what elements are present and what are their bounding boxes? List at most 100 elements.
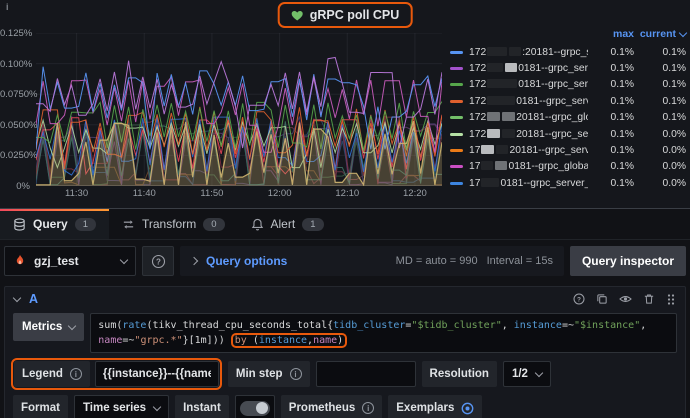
series-color-swatch [450, 133, 463, 136]
legend-row[interactable]: 170181--grpc_global_tim0.1%0.0% [450, 159, 686, 175]
exemplars-field: Exemplars [388, 395, 482, 418]
chevron-down-icon [535, 368, 543, 376]
series-current-value: 0.0% [634, 129, 686, 140]
instant-label: Instant [175, 395, 229, 418]
redacted-block [487, 129, 500, 138]
redacted-block [495, 161, 507, 170]
datasource-help-button[interactable]: ? [142, 246, 174, 276]
duplicate-icon[interactable] [596, 293, 608, 305]
legend-row[interactable]: 17220181--grpc_server_30.1%0.0% [450, 126, 686, 142]
prometheus-type-label: Prometheus i [281, 395, 382, 418]
promql-code-editor[interactable]: sum(rate(tikv_thread_cpu_seconds_total{t… [90, 313, 677, 353]
grafana-panel-editor: i gRPC poll CPU 0%0.0250%0.0500%0.0750%0… [0, 0, 690, 418]
drag-handle-icon[interactable] [666, 293, 676, 306]
series-max-value: 0.1% [588, 47, 634, 58]
redacted-block [509, 47, 521, 56]
series-max-value: 0.1% [588, 145, 634, 156]
query-toolbar: gzj_test ? Query options MD = auto = 990… [0, 240, 690, 282]
help-icon[interactable]: ? [573, 293, 585, 305]
series-max-value: 0.1% [588, 129, 634, 140]
series-label[interactable]: 17220181--grpc_server_3 [469, 129, 588, 140]
svg-text:?: ? [577, 297, 581, 304]
sort-chevron-icon [679, 28, 687, 36]
datasource-name: gzj_test [34, 254, 79, 268]
redacted-block [487, 79, 517, 88]
legend-row[interactable]: 172:20181--grpc_server_00.1%0.1% [450, 44, 686, 60]
series-color-swatch [450, 100, 463, 103]
series-label[interactable]: 172:20181--grpc_server_0 [469, 47, 588, 58]
query-editor-row: Metrics sum(rate(tikv_thread_cpu_seconds… [5, 311, 685, 355]
series-color-swatch [450, 165, 463, 168]
min-step-input[interactable] [316, 361, 416, 387]
legend-annotation-box: Legend i [11, 358, 222, 390]
legend-sort-max[interactable]: max [588, 28, 634, 40]
legend-row[interactable]: 1720181--grpc_server_10.1%0.1% [450, 60, 686, 76]
svg-text:?: ? [156, 257, 161, 266]
format-label: Format [13, 395, 68, 418]
series-label[interactable]: 1720181--grpc_server_3 [469, 96, 588, 107]
legend-row[interactable]: 17220181--grpc_global_tim0.1%0.1% [450, 110, 686, 126]
redacted-block [481, 161, 493, 170]
resolution-select[interactable]: 1/2 [503, 361, 551, 387]
tab-query[interactable]: Query 1 [0, 209, 109, 239]
y-axis-labels: 0%0.0250%0.0500%0.0750%0.100%0.125% [0, 0, 33, 208]
query-row-header[interactable]: A ? [5, 287, 685, 311]
series-max-value: 0.1% [588, 96, 634, 107]
editor-tabbar: Query 1 Transform 0 Alert 1 [0, 208, 690, 240]
legend-sort-current[interactable]: current [634, 28, 686, 40]
interval-summary: Interval = 15s [487, 255, 553, 267]
collapse-chevron-icon[interactable] [13, 293, 21, 301]
series-current-value: 0.1% [634, 96, 686, 107]
legend-row[interactable]: 1720181--grpc_server_40.1%0.0% [450, 142, 686, 158]
redacted-block [487, 112, 500, 121]
series-max-value: 0.1% [588, 178, 634, 189]
panel-legend: max current 172:20181--grpc_server_00.1%… [450, 28, 686, 192]
series-color-swatch [450, 83, 463, 86]
series-label[interactable]: 170181--grpc_global_tim [469, 161, 588, 172]
datasource-picker[interactable]: gzj_test [4, 246, 136, 276]
title-annotation-box: gRPC poll CPU [278, 2, 413, 28]
redacted-block [487, 47, 507, 56]
chevron-down-icon [120, 255, 128, 263]
series-current-value: 0.1% [634, 112, 686, 123]
tab-transform[interactable]: Transform 0 [109, 209, 238, 239]
tab-transform-count: 0 [203, 218, 224, 231]
series-current-value: 0.1% [634, 79, 686, 90]
series-label[interactable]: 1720181--grpc_server_1 [469, 63, 588, 74]
redacted-block [481, 178, 499, 187]
query-format-row: Format Time series Instant Prometheus i [5, 390, 685, 418]
tab-query-count: 1 [75, 218, 96, 231]
redacted-block [502, 129, 515, 138]
series-label[interactable]: 1720181--grpc_server_1 [469, 79, 588, 90]
legend-row[interactable]: 170181--grpc_server_40.1%0.0% [450, 175, 686, 191]
redacted-block [496, 145, 508, 154]
bell-icon [251, 218, 264, 231]
redacted-block [505, 63, 517, 72]
legend-row[interactable]: 1720181--grpc_server_10.1%0.1% [450, 77, 686, 93]
format-select[interactable]: Time series [74, 395, 169, 418]
legend-format-input[interactable] [95, 361, 219, 387]
timeseries-plot[interactable] [36, 33, 442, 186]
legend-row[interactable]: 1720181--grpc_server_30.1%0.1% [450, 93, 686, 109]
question-circle-icon: ? [151, 254, 166, 269]
panel-title[interactable]: gRPC poll CPU [310, 8, 400, 22]
exemplars-toggle-icon[interactable] [461, 402, 474, 415]
series-label[interactable]: 17220181--grpc_global_tim [469, 112, 588, 123]
instant-toggle[interactable] [240, 401, 270, 416]
info-circle-icon: i [70, 368, 82, 380]
eye-icon[interactable] [619, 293, 632, 305]
redacted-block [502, 112, 515, 121]
series-current-value: 0.0% [634, 178, 686, 189]
series-label[interactable]: 170181--grpc_server_4 [469, 178, 588, 189]
metrics-browser-button[interactable]: Metrics [13, 313, 84, 341]
series-current-value: 0.1% [634, 47, 686, 58]
series-max-value: 0.1% [588, 161, 634, 172]
database-icon [13, 218, 26, 231]
query-options-header[interactable]: Query options MD = auto = 990 Interval =… [180, 246, 564, 276]
redacted-block [487, 63, 503, 72]
tab-alert[interactable]: Alert 1 [238, 209, 337, 239]
query-inspector-button[interactable]: Query inspector [570, 246, 686, 276]
query-options-row: Legend i Min step i Resolution 1/2 [5, 355, 685, 390]
trash-icon[interactable] [643, 293, 655, 305]
series-label[interactable]: 1720181--grpc_server_4 [469, 145, 588, 156]
